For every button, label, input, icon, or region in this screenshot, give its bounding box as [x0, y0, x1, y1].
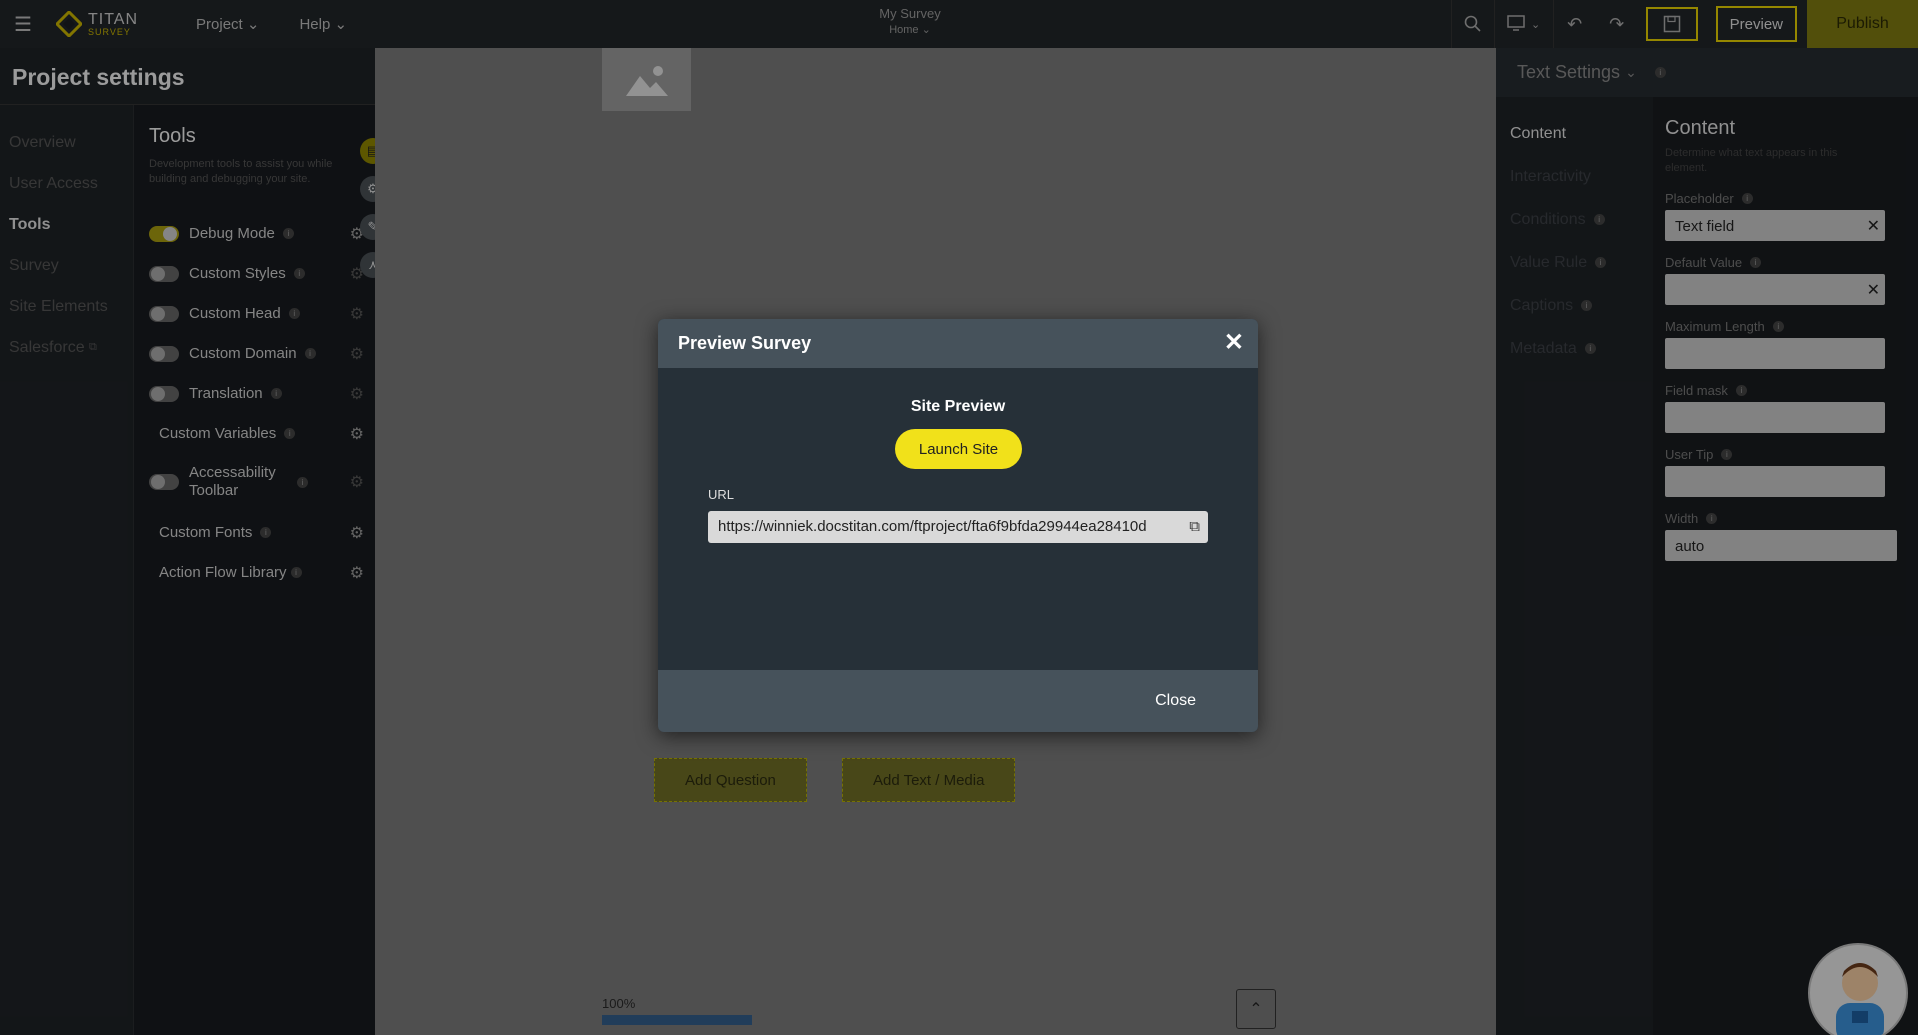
close-button[interactable]: Close [1155, 692, 1196, 710]
url-value: https://winniek.docstitan.com/ftproject/… [718, 518, 1147, 535]
launch-site-button[interactable]: Launch Site [895, 429, 1022, 469]
modal-body: Site Preview Launch Site URL https://win… [658, 368, 1258, 670]
modal-header: Preview Survey ✕ [658, 319, 1258, 368]
url-field[interactable]: https://winniek.docstitan.com/ftproject/… [708, 511, 1208, 543]
modal-footer: Close [658, 670, 1258, 732]
modal-title: Preview Survey [678, 333, 812, 353]
url-label: URL [708, 487, 735, 502]
close-icon[interactable]: ✕ [1224, 331, 1244, 355]
site-preview-heading: Site Preview [910, 398, 1006, 415]
copy-icon[interactable]: ⧉ [1189, 518, 1200, 535]
preview-survey-modal: Preview Survey ✕ Site Preview Launch Sit… [658, 319, 1258, 732]
